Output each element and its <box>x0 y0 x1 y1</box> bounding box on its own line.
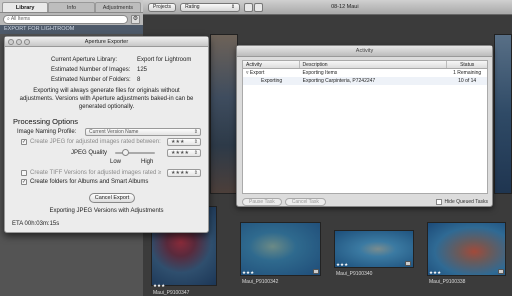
quality-high-label: High <box>141 159 154 165</box>
close-icon[interactable] <box>8 39 14 45</box>
minimize-icon[interactable] <box>16 39 22 45</box>
activity-table-header: Activity Description Status <box>243 61 487 69</box>
create-folders-checkbox[interactable]: ✓ <box>21 179 27 185</box>
exporter-dialog: Aperture Exporter Current Aperture Libra… <box>4 36 209 233</box>
projects-button[interactable]: Projects <box>148 2 177 12</box>
activity-buttons: Pause Task Cancel Task Hide Queued Tasks <box>242 197 488 206</box>
export-status-text: Exporting JPEG Versions with Adjustments <box>49 208 164 214</box>
inspector-tabs: Library Info Adjustments <box>0 0 143 13</box>
chevron-updown-icon: ⇕ <box>230 3 236 10</box>
photo-rating: ★★★ <box>429 270 442 275</box>
row-description: Exporting Items <box>302 70 338 76</box>
activity-window: Activity Activity Description Status ▿ E… <box>236 45 493 207</box>
jpeg-quality-label: JPEG Quality <box>71 150 108 156</box>
hide-queued-label: Hide Queued Tasks <box>444 198 488 205</box>
info-text-line: generated optionally. <box>78 104 135 110</box>
rating-filter-popup[interactable]: Rating ⇕ <box>180 2 241 12</box>
project-title: 08-12 Maui <box>331 4 359 10</box>
current-library-value: Export for Lightroom <box>137 57 192 63</box>
activity-title: Activity <box>355 48 374 54</box>
sidebar-section-header: EXPORT FOR LIGHTROOM <box>0 25 143 34</box>
zoom-icon[interactable] <box>24 39 30 45</box>
cancel-task-button[interactable]: Cancel Task <box>284 197 326 206</box>
library-search-row: ⌕ All Items ⚙ <box>0 13 143 25</box>
tab-info[interactable]: Info <box>48 2 95 12</box>
search-placeholder: All Items <box>10 16 30 22</box>
search-icon: ⌕ <box>7 16 10 22</box>
row-activity: ▿ Export <box>246 70 265 76</box>
rating-filter-label: Rating <box>185 3 200 10</box>
photo-name: Maui_P9100338 <box>429 279 466 285</box>
tiff-rating-popup[interactable]: ★★★★ <box>167 169 201 177</box>
hide-queued-checkbox[interactable] <box>436 198 443 205</box>
gear-icon[interactable]: ⚙ <box>131 14 140 24</box>
num-folders-label: Estimated Number of Folders: <box>51 77 131 83</box>
exporter-title-bar: Aperture Exporter <box>5 37 208 47</box>
activity-title-bar: Activity <box>237 46 492 57</box>
library-search-input[interactable]: ⌕ All Items <box>3 14 128 24</box>
jpeg-rating-popup[interactable]: ★★★ <box>167 138 201 146</box>
table-row[interactable]: ▿ Export Exporting Items 1 Remaining <box>243 69 487 77</box>
naming-profile-popup[interactable]: Current Version Name <box>85 128 201 136</box>
table-row[interactable]: Exporting Exporting Carpinteria, P724224… <box>243 77 487 85</box>
jpeg-quality-popup[interactable]: ★★★★ <box>167 149 201 157</box>
info-text-line: adjustments. Versions with Aperture adju… <box>19 96 194 102</box>
photo-name: Maui_P9100340 <box>336 271 373 277</box>
tab-adjustments[interactable]: Adjustments <box>94 2 141 12</box>
jpeg-quality-slider-handle[interactable] <box>122 149 129 156</box>
jpeg-quality-slider[interactable] <box>115 152 155 154</box>
activity-table: Activity Description Status ▿ Export Exp… <box>242 60 488 194</box>
quality-low-label: Low <box>110 159 122 165</box>
row-status: 1 Remaining <box>453 70 482 76</box>
grid-view-icon[interactable] <box>244 2 254 12</box>
view-mode-buttons <box>244 2 264 12</box>
adjustment-badge-icon <box>405 261 411 266</box>
row-description: Exporting Carpinteria, P7242247 <box>302 78 376 84</box>
naming-profile-label: Image Naming Profile: <box>17 129 77 135</box>
photo-rating: ★★★ <box>153 283 166 288</box>
row-status: 10 of 14 <box>458 78 477 84</box>
photo-thumbnail[interactable] <box>427 222 506 276</box>
num-folders-value: 8 <box>137 77 141 83</box>
photo-thumbnail[interactable] <box>494 34 512 194</box>
photo-name: Maui_P9100347 <box>153 290 190 296</box>
pause-task-button[interactable]: Pause Task <box>242 197 282 206</box>
tab-library[interactable]: Library <box>2 2 49 12</box>
list-view-icon[interactable] <box>254 2 264 12</box>
row-activity: Exporting <box>261 78 283 84</box>
create-folders-label: Create folders for Albums and Smart Albu… <box>30 179 149 185</box>
hide-queued-toggle[interactable]: Hide Queued Tasks <box>436 198 488 205</box>
create-tiff-checkbox[interactable] <box>21 170 27 176</box>
column-header-activity[interactable]: Activity <box>243 61 300 68</box>
window-controls <box>8 39 30 45</box>
eta-text: ETA 00h:03m:15s <box>12 221 60 227</box>
photo-rating: ★★★ <box>336 262 349 267</box>
num-images-label: Estimated Number of Images: <box>51 67 131 73</box>
info-text-line: Exporting will always generate files for… <box>33 88 180 94</box>
adjustment-badge-icon <box>498 269 504 274</box>
photo-thumbnail[interactable] <box>210 34 238 194</box>
photo-rating: ★★★ <box>242 270 255 275</box>
create-jpeg-label: Create JPEG for adjusted images rated be… <box>30 139 161 145</box>
browser-toolbar: Projects Rating ⇕ 08-12 Maui <box>143 0 512 15</box>
adjustment-badge-icon <box>313 269 319 274</box>
photo-name: Maui_P9100342 <box>242 279 279 285</box>
processing-options-header: Processing Options <box>13 117 79 126</box>
cancel-export-button[interactable]: Cancel Export <box>89 193 135 203</box>
exporter-title: Aperture Exporter <box>84 39 129 45</box>
photo-thumbnail[interactable] <box>240 222 321 276</box>
create-tiff-label: Create TIFF Versions for adjusted images… <box>30 170 162 176</box>
column-header-description[interactable]: Description <box>300 61 448 68</box>
num-images-value: 125 <box>137 67 148 73</box>
create-jpeg-checkbox[interactable]: ✓ <box>21 139 27 145</box>
current-library-label: Current Aperture Library: <box>51 57 118 63</box>
column-header-status[interactable]: Status <box>447 61 487 68</box>
